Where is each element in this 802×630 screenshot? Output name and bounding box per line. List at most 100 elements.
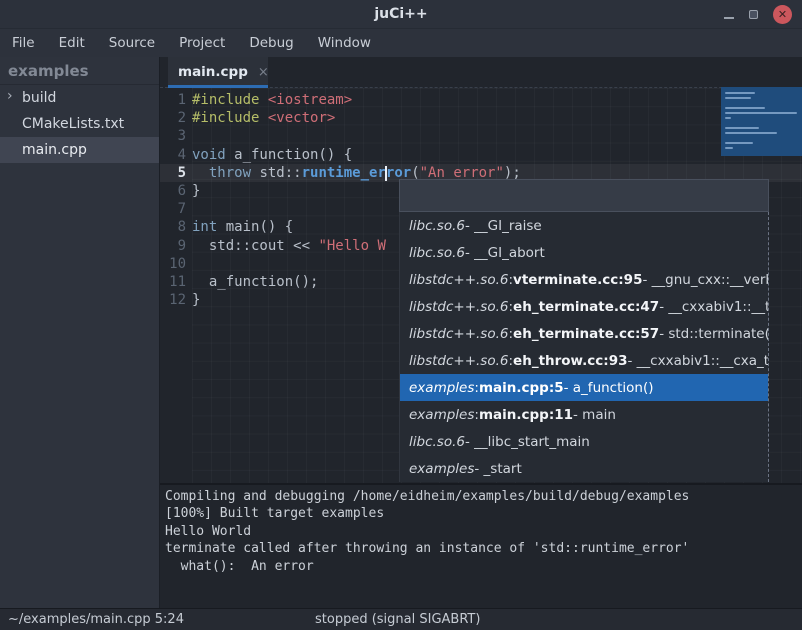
code-text: #include <vector> (192, 109, 335, 127)
statusbar: ~/examples/main.cpp 5:24 stopped (signal… (0, 608, 802, 630)
token-pp: #include (192, 110, 259, 126)
token-fg: std::cout << (192, 238, 318, 254)
menu-item-file[interactable]: File (12, 35, 35, 51)
cursor-location: ~/examples/main.cpp 5:24 (8, 612, 184, 627)
menu-item-project[interactable]: Project (179, 35, 225, 51)
menu-item-debug[interactable]: Debug (249, 35, 293, 51)
line-number: 6 (160, 182, 186, 200)
minimap-line (725, 117, 731, 119)
frame-module: libstdc++.so.6 (409, 272, 508, 288)
frame-module: examples (409, 461, 474, 477)
token-inc: <iostream> (268, 92, 352, 108)
minimap-line (725, 92, 755, 94)
document-overview-minimap[interactable] (721, 87, 802, 156)
line-number: 4 (160, 146, 186, 164)
backtrace-row[interactable]: libc.so.6 - __GI_abort (400, 239, 768, 266)
token-pp: #include (192, 92, 259, 108)
backtrace-row[interactable]: examples:main.cpp:11 - main (400, 401, 768, 428)
juci-window: juCi++ ✕ File Edit Source Project Debug Windo… (0, 0, 802, 630)
token-fg: a_function() { (226, 147, 352, 163)
code-text: int main() { (192, 218, 293, 236)
token-kw: throw (209, 165, 251, 181)
menubar: File Edit Source Project Debug Window (0, 29, 802, 57)
token-fg: } (192, 292, 200, 308)
tree-item-label: CMakeLists.txt (22, 116, 124, 132)
tree-item-main-cpp[interactable]: main.cpp (0, 137, 159, 163)
code-row-3[interactable]: 3 (160, 127, 802, 145)
file-tree: › build CMakeLists.txt main.cpp (0, 85, 159, 163)
token-fg: } (192, 183, 200, 199)
tree-item-label: main.cpp (22, 142, 87, 158)
project-name-header: examples (0, 57, 159, 85)
minimap-line (725, 97, 751, 99)
terminal-line: terminate called after throwing an insta… (165, 540, 802, 557)
minimize-icon[interactable] (724, 17, 734, 19)
code-text: #include <iostream> (192, 91, 352, 109)
token-fg (259, 92, 267, 108)
tree-item-build[interactable]: › build (0, 85, 159, 111)
restore-icon[interactable] (749, 10, 758, 19)
frame-function: - __libc_start_main (465, 434, 590, 450)
code-text: } (192, 182, 200, 200)
backtrace-row[interactable]: libstdc++.so.6:vterminate.cc:95 - __gnu_… (400, 266, 768, 293)
minimap-line (725, 142, 753, 144)
token-fg: a_function(); (192, 274, 318, 290)
line-number: 3 (160, 127, 186, 145)
backtrace-row[interactable]: examples - _start (400, 455, 768, 482)
backtrace-row[interactable]: libc.so.6 - __libc_start_main (400, 428, 768, 455)
titlebar[interactable]: juCi++ ✕ (0, 0, 802, 29)
chevron-right-icon[interactable]: › (7, 88, 13, 104)
code-row-1[interactable]: 1 #include <iostream> (160, 91, 802, 109)
backtrace-row[interactable]: examples:main.cpp:5 - a_function() (400, 374, 768, 401)
menu-item-edit[interactable]: Edit (59, 35, 85, 51)
line-number: 7 (160, 200, 186, 218)
frame-function: - std::terminate() (659, 326, 768, 342)
frame-file-line: main.cpp:11 (479, 407, 573, 423)
tab-main-cpp[interactable]: main.cpp × (168, 57, 268, 87)
minimap-line (725, 107, 765, 109)
terminal-output[interactable]: Compiling and debugging /home/eidheim/ex… (160, 483, 802, 608)
file-tree-sidebar: examples › build CMakeLists.txt main.cpp (0, 57, 160, 608)
frame-module: examples (409, 407, 474, 423)
menu-item-source[interactable]: Source (109, 35, 155, 51)
window-controls: ✕ (724, 0, 792, 29)
frame-function: - main (573, 407, 616, 423)
tree-item-label: build (22, 90, 56, 106)
backtrace-row[interactable]: libstdc++.so.6:eh_terminate.cc:47 - __cx… (400, 293, 768, 320)
token-str: "Hello W (318, 238, 385, 254)
minimap-line (725, 147, 733, 149)
line-number: 2 (160, 109, 186, 127)
window-title: juCi++ (374, 6, 427, 22)
line-number: 1 (160, 91, 186, 109)
minimap-line (725, 112, 797, 114)
frame-function: - __GI_raise (465, 218, 542, 234)
backtrace-search-input[interactable] (399, 179, 769, 212)
backtrace-row[interactable]: libstdc++.so.6:eh_throw.cc:93 - __cxxabi… (400, 347, 768, 374)
frame-module: libstdc++.so.6 (409, 326, 508, 342)
backtrace-row[interactable]: libc.so.6 - __GI_raise (400, 212, 768, 239)
code-text: void a_function() { (192, 146, 352, 164)
terminal-line: what(): An error (165, 558, 802, 575)
token-kw: int (192, 219, 217, 235)
tab-close-icon[interactable]: × (258, 65, 269, 80)
menu-item-window[interactable]: Window (318, 35, 371, 51)
token-fg (192, 165, 209, 181)
token-fg (259, 110, 267, 126)
tree-item-cmakelists-txt[interactable]: CMakeLists.txt (0, 111, 159, 137)
frame-function: - __cxxabiv1::__tern (659, 299, 768, 315)
code-row-2[interactable]: 2 #include <vector> (160, 109, 802, 127)
close-icon[interactable]: ✕ (773, 5, 792, 24)
token-fg: std:: (251, 165, 302, 181)
frame-function: - a_function() (564, 380, 654, 396)
frame-function: - __gnu_cxx::__verbos (642, 272, 768, 288)
line-number: 10 (160, 255, 186, 273)
line-number: 8 (160, 218, 186, 236)
code-row-4[interactable]: 4 void a_function() { (160, 146, 802, 164)
backtrace-row[interactable]: libstdc++.so.6:eh_terminate.cc:57 - std:… (400, 320, 768, 347)
terminal-line: [100%] Built target examples (165, 505, 802, 522)
minimap-line (725, 127, 759, 129)
tabbar: main.cpp × (160, 57, 802, 88)
frame-function: - _start (474, 461, 521, 477)
frame-file-line: eh_terminate.cc:47 (513, 299, 659, 315)
line-number: 9 (160, 237, 186, 255)
